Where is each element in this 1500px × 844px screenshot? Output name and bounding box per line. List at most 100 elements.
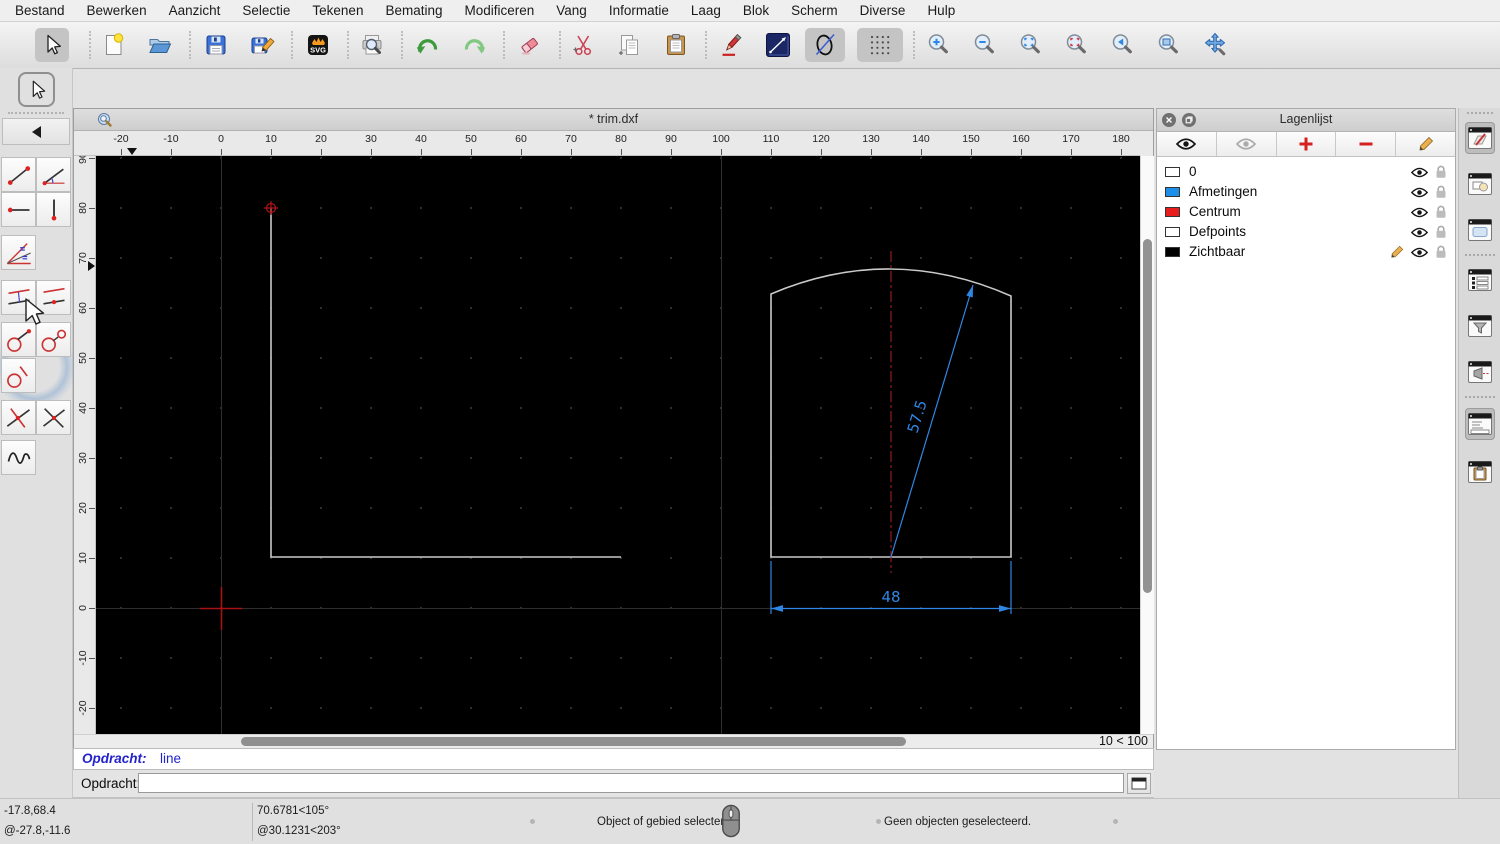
dock-projection-button[interactable] [1465, 356, 1495, 388]
layer-visibility-eye-icon[interactable] [1411, 227, 1428, 238]
print-preview-icon [362, 35, 382, 55]
layer-name: Defpoints [1189, 224, 1247, 239]
line-freehand-button[interactable] [1, 440, 36, 475]
menu-informatie[interactable]: Informatie [598, 3, 680, 18]
save-as-button[interactable] [245, 28, 279, 62]
h-ruler-label: 170 [1062, 133, 1080, 145]
command-input[interactable] [138, 773, 1124, 793]
zoom-out-button[interactable] [968, 28, 1002, 62]
menu-blok[interactable]: Blok [732, 3, 780, 18]
edit-layer-button[interactable] [1396, 132, 1455, 156]
layer-lock-icon[interactable] [1435, 245, 1447, 259]
layer-visibility-eye-icon[interactable] [1411, 247, 1428, 258]
palette-selection-arrow-button[interactable] [18, 72, 55, 107]
layer-row-0[interactable]: 0 [1157, 162, 1455, 182]
drawing-canvas[interactable]: 57.5 48 [96, 156, 1140, 734]
line-tangent-orthogonal-button[interactable] [1, 358, 36, 393]
h-ruler-label: -10 [163, 133, 179, 145]
selection-arrow-icon [47, 34, 61, 55]
show-all-layers-button[interactable] [1157, 132, 1217, 156]
menu-modificeren[interactable]: Modificeren [454, 3, 546, 18]
subwindow-titlebar[interactable]: * trim.dxf [74, 109, 1153, 131]
copy-button[interactable] [613, 28, 647, 62]
layer-visibility-eye-icon[interactable] [1411, 167, 1428, 178]
layer-lock-icon[interactable] [1435, 165, 1447, 179]
new-document-button[interactable] [97, 28, 131, 62]
window-icon [1131, 777, 1147, 790]
layer-row-zichtbaar[interactable]: Zichtbaar [1157, 242, 1455, 262]
dock-layer-list-button[interactable] [1465, 122, 1495, 154]
menu-bewerken[interactable]: Bewerken [76, 3, 158, 18]
horizontal-scrollbar-thumb[interactable] [241, 737, 906, 746]
hide-all-layers-button[interactable] [1217, 132, 1277, 156]
svg-export-button[interactable]: SVG [301, 28, 335, 62]
line-angle-button[interactable] [36, 157, 71, 192]
menu-bemating[interactable]: Bemating [374, 3, 453, 18]
vertical-scrollbar[interactable] [1140, 156, 1154, 734]
line-bisector-button[interactable] [1, 235, 36, 270]
menu-aanzicht[interactable]: Aanzicht [158, 3, 232, 18]
trim-tool-button[interactable] [805, 28, 845, 62]
layer-row-afmetingen[interactable]: Afmetingen [1157, 182, 1455, 202]
dock-clipboard-button[interactable] [1465, 456, 1495, 488]
layer-row-defpoints[interactable]: Defpoints [1157, 222, 1455, 242]
dock-library-browser-button[interactable] [1465, 214, 1495, 246]
vertical-scrollbar-thumb[interactable] [1143, 239, 1152, 593]
zoom-selection-button[interactable] [1060, 28, 1094, 62]
absolute-coordinate: -17.8,68.4 [4, 805, 56, 817]
selection-arrow-button[interactable] [35, 28, 69, 62]
line-horizontal-button[interactable] [1, 192, 36, 227]
menu-diverse[interactable]: Diverse [849, 3, 917, 18]
paste-button[interactable] [659, 28, 693, 62]
line-tool-button[interactable] [761, 28, 795, 62]
palette-back-button[interactable] [2, 118, 70, 145]
line-tangent-point-button[interactable] [1, 322, 36, 357]
remove-layer-button[interactable] [1336, 132, 1397, 156]
undo-button[interactable] [411, 28, 445, 62]
layer-visibility-eye-icon[interactable] [1411, 187, 1428, 198]
open-file-button[interactable] [143, 28, 177, 62]
zoom-auto-button[interactable] [1014, 28, 1048, 62]
layer-lock-icon[interactable] [1435, 185, 1447, 199]
dock-block-list-button[interactable] [1465, 168, 1495, 200]
zoom-in-button[interactable] [922, 28, 956, 62]
cut-button[interactable] [567, 28, 601, 62]
grid-toggle-button[interactable] [857, 28, 903, 62]
save-button[interactable] [199, 28, 233, 62]
line-vertical-button[interactable] [36, 192, 71, 227]
menu-bestand[interactable]: Bestand [4, 3, 76, 18]
print-preview-button[interactable] [355, 28, 389, 62]
horizontal-scrollbar[interactable]: 10 < 100 [74, 734, 1153, 749]
pen-edit-button[interactable] [715, 28, 749, 62]
line-parallel-point-button[interactable] [36, 280, 71, 315]
dock-property-list-button[interactable] [1465, 264, 1495, 296]
zoom-pan-button[interactable] [1198, 28, 1232, 62]
dock-command-line-button[interactable] [1465, 408, 1495, 440]
line-orthogonal-button[interactable] [1, 400, 36, 435]
layer-visibility-eye-icon[interactable] [1411, 207, 1428, 218]
menu-hulp[interactable]: Hulp [916, 3, 966, 18]
command-widget-toggle-button[interactable] [1127, 773, 1151, 794]
menu-laag[interactable]: Laag [680, 3, 732, 18]
zoom-window-button[interactable] [1152, 28, 1186, 62]
layer-row-centrum[interactable]: Centrum [1157, 202, 1455, 222]
redo-button[interactable] [457, 28, 491, 62]
line-parallel-button[interactable] [1, 280, 36, 315]
line-angle-to-line-button[interactable] [36, 400, 71, 435]
menu-scherm[interactable]: Scherm [780, 3, 849, 18]
zoom-pan-icon [1204, 32, 1226, 56]
line-two-points-button[interactable] [1, 157, 36, 192]
h-ruler-label: 30 [365, 133, 377, 145]
zoom-previous-button[interactable] [1106, 28, 1140, 62]
layer-lock-icon[interactable] [1435, 225, 1447, 239]
dock-selection-filter-button[interactable] [1465, 310, 1495, 342]
menu-selectie[interactable]: Selectie [231, 3, 301, 18]
delete-eraser-button[interactable] [513, 28, 547, 62]
menu-tekenen[interactable]: Tekenen [301, 3, 374, 18]
menu-vang[interactable]: Vang [545, 3, 598, 18]
add-layer-button[interactable] [1277, 132, 1337, 156]
layer-lock-icon[interactable] [1435, 205, 1447, 219]
line-tangent-circles-button[interactable] [36, 322, 71, 357]
layer-name: 0 [1189, 164, 1197, 179]
command-prompt-label: Opdracht: [81, 776, 141, 791]
